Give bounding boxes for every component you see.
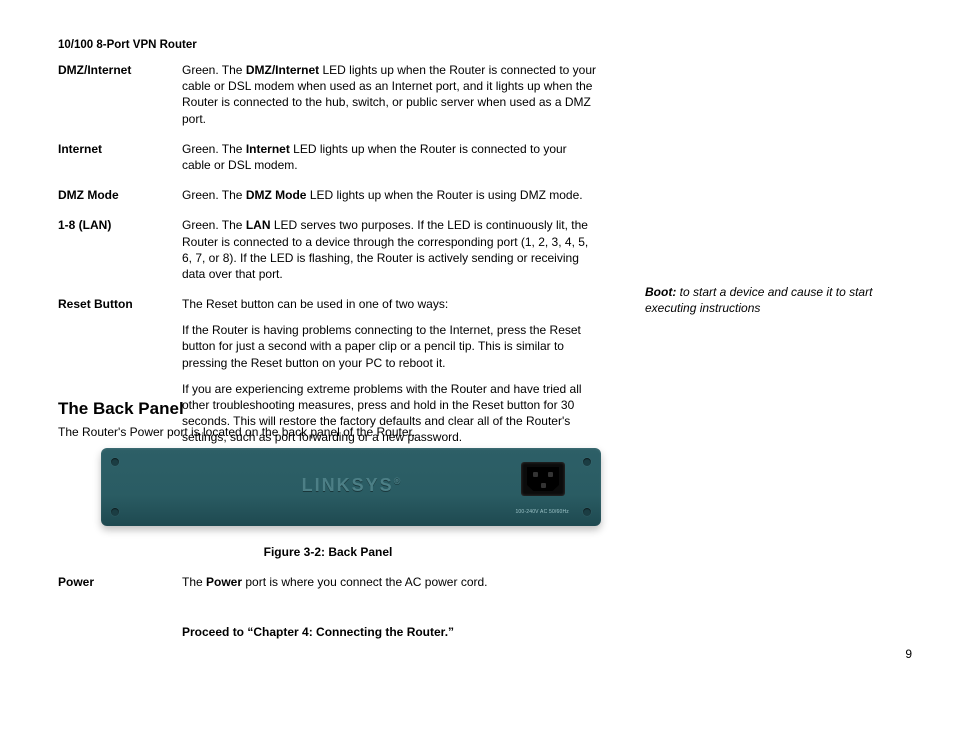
power-socket-icon xyxy=(521,462,565,496)
definition-row: DMZ/Internet Green. The DMZ/Internet LED… xyxy=(58,62,598,127)
product-name: 10/100 8-Port VPN Router xyxy=(58,38,197,54)
device-logo: LINKSYS® xyxy=(302,473,401,497)
document-page: 10/100 8-Port VPN Router DMZ/Internet Gr… xyxy=(0,0,954,738)
definition-desc: Green. The DMZ Mode LED lights up when t… xyxy=(182,187,598,203)
definition-term: DMZ/Internet xyxy=(58,62,182,127)
page-number: 9 xyxy=(905,646,912,662)
definition-desc: The Power port is where you connect the … xyxy=(182,574,598,590)
screw-icon xyxy=(583,458,591,466)
definition-row: DMZ Mode Green. The DMZ Mode LED lights … xyxy=(58,187,598,203)
definition-term: DMZ Mode xyxy=(58,187,182,203)
section-heading: The Back Panel xyxy=(58,398,184,421)
definition-term: Power xyxy=(58,574,182,590)
definition-desc: Green. The DMZ/Internet LED lights up wh… xyxy=(182,62,598,127)
proceed-note: Proceed to “Chapter 4: Connecting the Ro… xyxy=(182,624,454,640)
definition-row: 1-8 (LAN) Green. The LAN LED serves two … xyxy=(58,217,598,282)
power-definitions: Power The Power port is where you connec… xyxy=(58,574,598,604)
screw-icon xyxy=(583,508,591,516)
definition-paragraph: If the Router is having problems connect… xyxy=(182,322,598,371)
figure-caption: Figure 3-2: Back Panel xyxy=(58,544,598,560)
screw-icon xyxy=(111,458,119,466)
glossary-sidenote: Boot: to start a device and cause it to … xyxy=(645,285,880,316)
definition-desc: Green. The Internet LED lights up when t… xyxy=(182,141,598,173)
definition-desc: Green. The LAN LED serves two purposes. … xyxy=(182,217,598,282)
definition-paragraph: The Reset button can be used in one of t… xyxy=(182,296,598,312)
device-rating-label: 100-240V AC 50/60Hz xyxy=(515,509,569,516)
back-panel-figure: LINKSYS® 100-240V AC 50/60Hz xyxy=(101,448,601,526)
definition-term: Internet xyxy=(58,141,182,173)
definition-row: Internet Green. The Internet LED lights … xyxy=(58,141,598,173)
definition-term: 1-8 (LAN) xyxy=(58,217,182,282)
definition-row: Power The Power port is where you connec… xyxy=(58,574,598,590)
screw-icon xyxy=(111,508,119,516)
section-intro: The Router's Power port is located on th… xyxy=(58,424,415,440)
